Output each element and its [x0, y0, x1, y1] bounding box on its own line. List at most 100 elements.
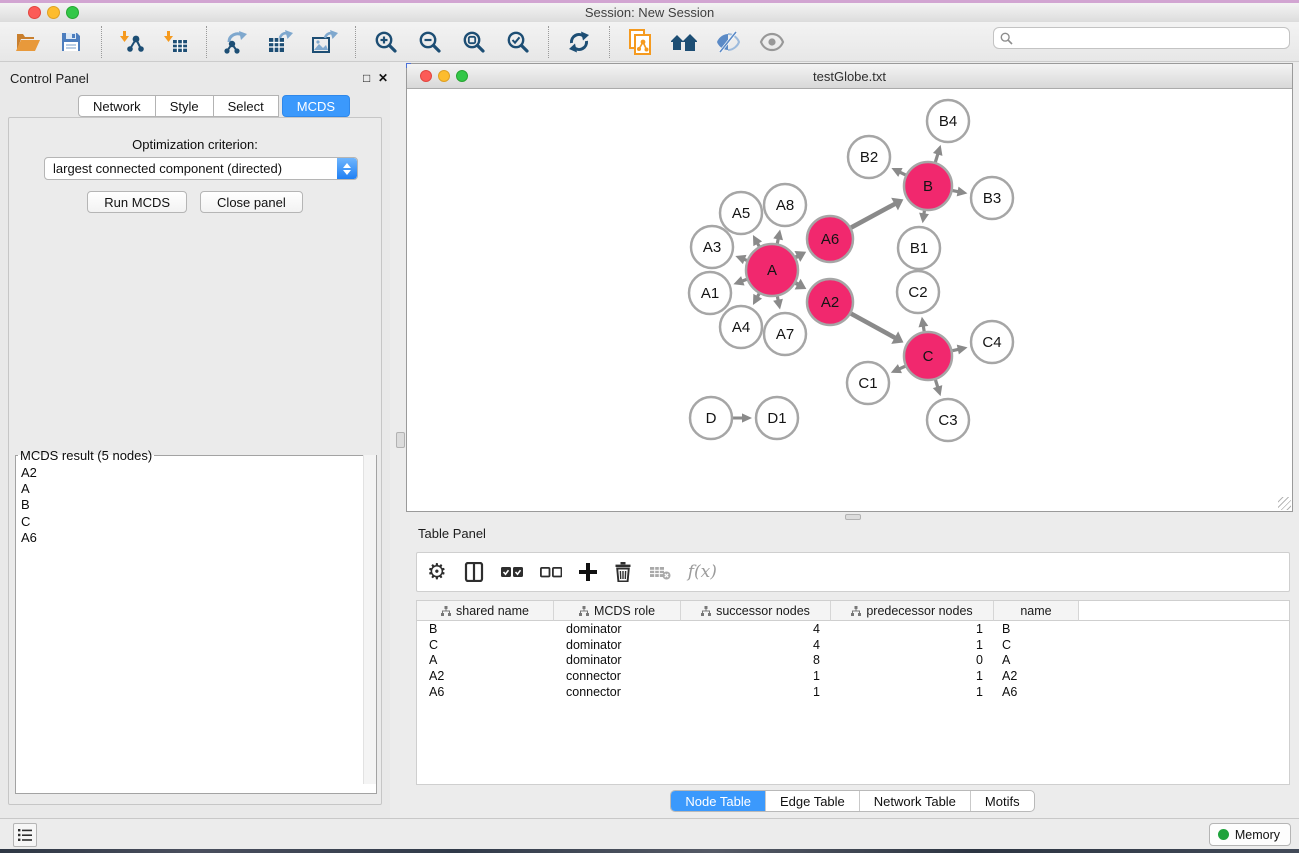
result-scrollbar[interactable]	[363, 455, 376, 784]
tab-node-table[interactable]: Node Table	[671, 791, 765, 811]
graph-node[interactable]: A8	[764, 184, 806, 226]
zoom-actual-size-icon[interactable]	[457, 25, 491, 59]
float-panel-icon[interactable]: □	[363, 72, 370, 84]
column-header-name[interactable]: name	[994, 601, 1079, 621]
optimization-criterion-select[interactable]: largest connected component (directed)	[44, 157, 358, 180]
network-zoom-button[interactable]	[456, 70, 468, 82]
export-table-icon[interactable]	[264, 25, 298, 59]
memory-button[interactable]: Memory	[1209, 823, 1291, 846]
graph-edge[interactable]	[851, 198, 903, 228]
task-history-button[interactable]	[13, 823, 37, 847]
clone-network-icon[interactable]	[623, 25, 657, 59]
tab-mcds[interactable]: MCDS	[282, 95, 350, 117]
graph-node[interactable]: B3	[971, 177, 1013, 219]
graph-edge[interactable]	[952, 345, 967, 355]
tab-edge-table[interactable]: Edge Table	[765, 791, 859, 811]
column-header-successor-nodes[interactable]: successor nodes	[681, 601, 831, 621]
graph-edge[interactable]	[773, 296, 783, 309]
graph-node[interactable]: A1	[689, 272, 731, 314]
export-image-icon[interactable]	[308, 25, 342, 59]
zoom-window-button[interactable]	[66, 6, 79, 19]
graph-node[interactable]: C1	[847, 362, 889, 404]
graph-node[interactable]: D1	[756, 397, 798, 439]
graph-node[interactable]: A6	[807, 216, 853, 262]
graph-node[interactable]: A	[746, 244, 798, 296]
main-titlebar[interactable]: Session: New Session	[0, 3, 1299, 22]
network-window-titlebar[interactable]: testGlobe.txt	[407, 64, 1292, 89]
show-column-icon[interactable]	[464, 558, 484, 586]
graph-edge[interactable]	[735, 255, 746, 264]
graph-node[interactable]: A5	[720, 192, 762, 234]
graph-node[interactable]: C	[904, 332, 952, 380]
graph-edge[interactable]	[891, 364, 905, 373]
mcds-result-list[interactable]: A2ABCA6	[16, 463, 376, 785]
tab-network[interactable]: Network	[78, 95, 156, 117]
save-session-icon[interactable]	[54, 25, 88, 59]
mcds-result-item[interactable]: A6	[21, 530, 376, 546]
table-settings-icon[interactable]: ⚙	[427, 558, 447, 586]
graph-node[interactable]: B1	[898, 227, 940, 269]
resize-grip-icon[interactable]	[1278, 497, 1291, 510]
graph-edge[interactable]	[753, 294, 762, 305]
run-mcds-button[interactable]: Run MCDS	[87, 191, 187, 213]
tab-network-table[interactable]: Network Table	[859, 791, 970, 811]
graph-node[interactable]: C3	[927, 399, 969, 441]
zoom-out-icon[interactable]	[413, 25, 447, 59]
zoom-in-icon[interactable]	[369, 25, 403, 59]
mcds-result-item[interactable]: A	[21, 481, 376, 497]
zoom-selected-icon[interactable]	[501, 25, 535, 59]
home-view-icon[interactable]	[667, 25, 701, 59]
graph-edge[interactable]	[851, 314, 903, 344]
table-row[interactable]: Bdominator41B	[417, 621, 1289, 637]
graph-edge[interactable]	[953, 187, 968, 197]
table-row[interactable]: Cdominator41C	[417, 637, 1289, 653]
deselect-all-checkboxes-icon[interactable]	[540, 558, 562, 586]
network-minimize-button[interactable]	[438, 70, 450, 82]
graph-node[interactable]: D	[690, 397, 732, 439]
network-close-button[interactable]	[420, 70, 432, 82]
show-graphics-details-icon[interactable]	[755, 25, 789, 59]
select-all-checkboxes-icon[interactable]	[501, 558, 523, 586]
graph-node[interactable]: A7	[764, 313, 806, 355]
tab-style[interactable]: Style	[156, 95, 214, 117]
search-field[interactable]	[993, 27, 1290, 49]
table-row[interactable]: A6connector11A6	[417, 684, 1289, 700]
graph-edge[interactable]	[733, 276, 746, 285]
table-row[interactable]: A2connector11A2	[417, 668, 1289, 684]
mcds-result-item[interactable]: A2	[21, 465, 376, 481]
graph-node[interactable]: B2	[848, 136, 890, 178]
graph-edge[interactable]	[891, 168, 905, 177]
import-table-icon[interactable]	[159, 25, 193, 59]
network-view-window[interactable]: testGlobe.txt B4B2BB3A5A8A6B1A3AA1C2A2A4…	[406, 63, 1293, 512]
column-header-predecessor-nodes[interactable]: predecessor nodes	[831, 601, 994, 621]
add-row-icon[interactable]	[579, 558, 597, 586]
export-network-icon[interactable]	[220, 25, 254, 59]
minimize-window-button[interactable]	[47, 6, 60, 19]
graph-node[interactable]: A2	[807, 279, 853, 325]
mcds-result-item[interactable]: B	[21, 497, 376, 513]
graph-edge[interactable]	[919, 317, 929, 332]
graph-edge[interactable]	[753, 235, 762, 246]
graph-node[interactable]: A3	[691, 226, 733, 268]
close-window-button[interactable]	[28, 6, 41, 19]
close-panel-icon[interactable]: ✕	[378, 72, 388, 84]
graph-edge[interactable]	[919, 211, 929, 224]
mcds-result-item[interactable]: C	[21, 514, 376, 530]
refresh-view-icon[interactable]	[562, 25, 596, 59]
graph-edge[interactable]	[773, 230, 783, 244]
graph-node[interactable]: A4	[720, 306, 762, 348]
import-network-icon[interactable]	[115, 25, 149, 59]
graph-node[interactable]: C2	[897, 271, 939, 313]
open-session-icon[interactable]	[10, 25, 44, 59]
column-header-mcds-role[interactable]: MCDS role	[554, 601, 681, 621]
graph-edge[interactable]	[933, 380, 942, 396]
column-header-shared-name[interactable]: shared name	[417, 601, 554, 621]
close-panel-button[interactable]: Close panel	[200, 191, 303, 213]
tab-motifs[interactable]: Motifs	[970, 791, 1034, 811]
graph-node[interactable]: C4	[971, 321, 1013, 363]
delete-row-icon[interactable]	[614, 558, 632, 586]
vertical-splitter-handle[interactable]	[396, 432, 405, 448]
tab-select[interactable]: Select	[214, 95, 279, 117]
graph-node[interactable]: B4	[927, 100, 969, 142]
search-input[interactable]	[1017, 29, 1289, 47]
